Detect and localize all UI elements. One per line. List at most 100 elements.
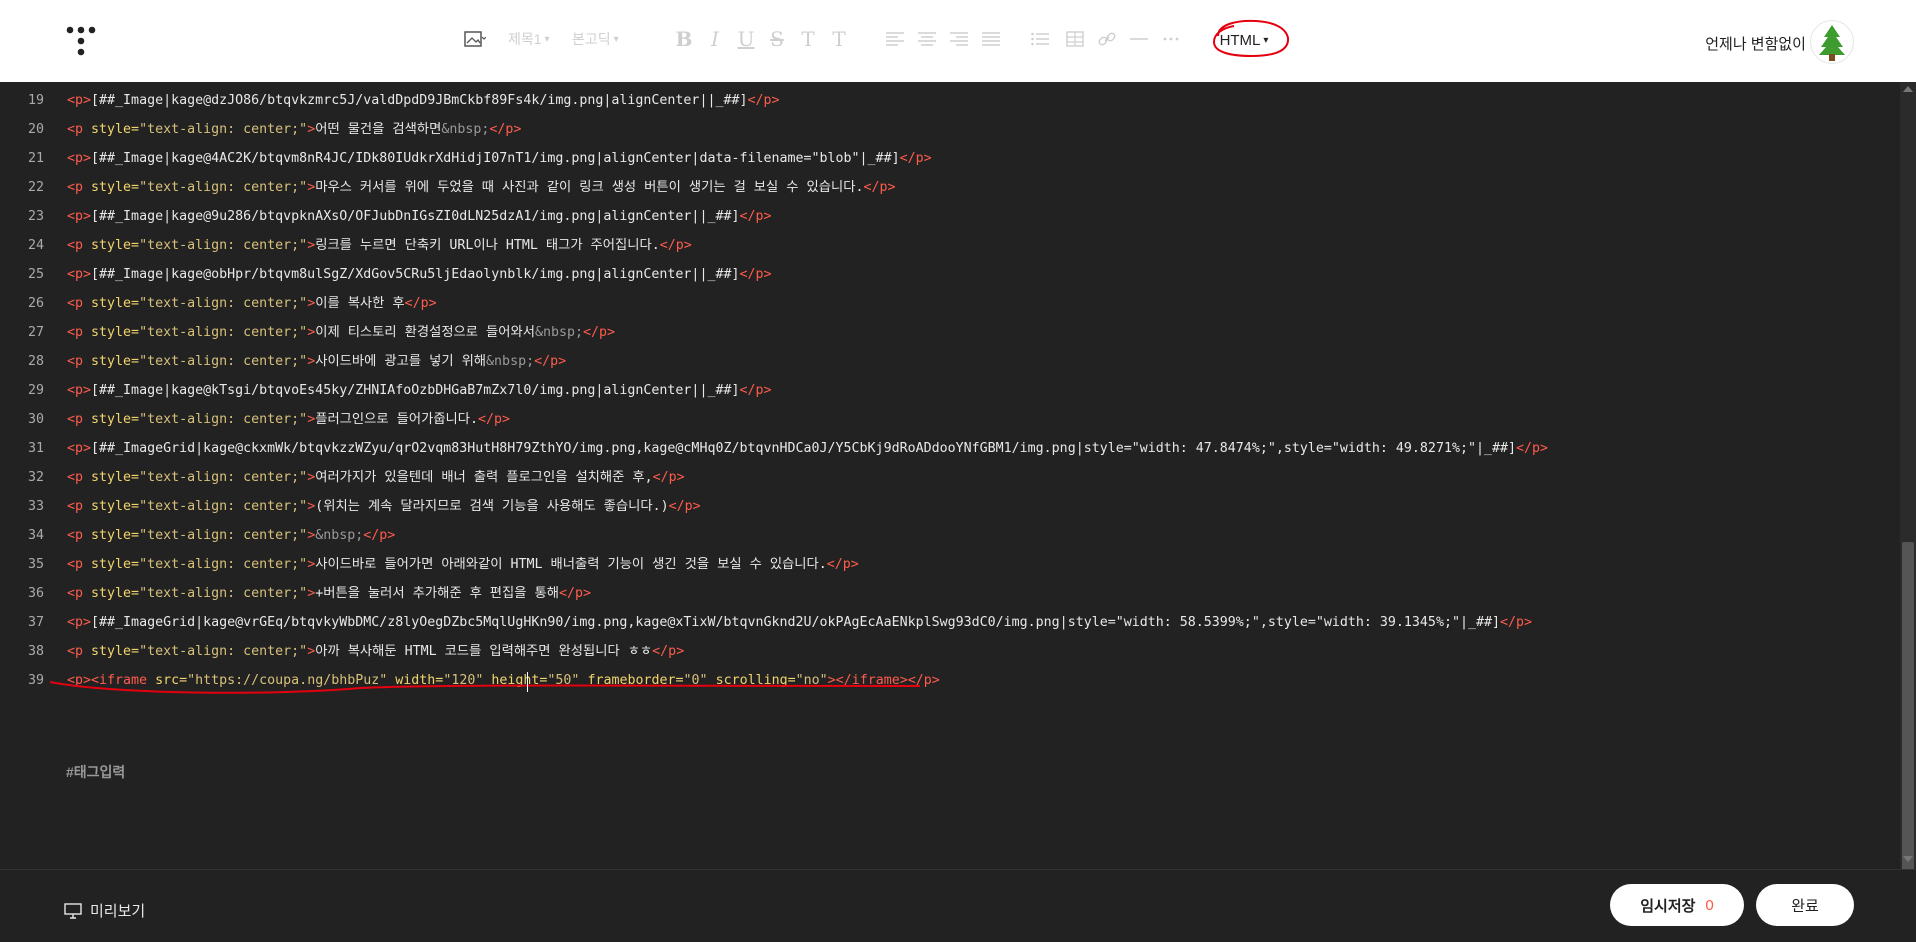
code-line[interactable]: 20 <p style="text-align: center;">어떤 물건을 …	[0, 115, 1880, 144]
line-number: 34	[27, 528, 44, 543]
red-circle-annotation	[1212, 19, 1290, 58]
code-line[interactable]: 35 <p style="text-align: center;">사이드바로 들…	[0, 550, 1880, 579]
scroll-up-icon[interactable]	[1903, 86, 1913, 92]
italic-button[interactable]: I	[702, 24, 728, 54]
list-icon[interactable]	[1027, 24, 1053, 54]
image-insert-icon[interactable]	[464, 24, 486, 54]
bold-button[interactable]: B	[671, 24, 697, 54]
code-text[interactable]: <p style="text-align: center;">이를 복사한 후<…	[67, 289, 437, 318]
code-line[interactable]: 37 <p>[##_ImageGrid|kage@vrGEq/btqvkyWbDM…	[0, 608, 1880, 637]
heading-select[interactable]: 제목1 ▾	[508, 24, 550, 54]
heading-select-label: 제목1	[508, 31, 542, 47]
underline-button[interactable]: U	[733, 24, 759, 54]
code-text[interactable]: <p>[##_Image|kage@9u286/btqvpknAXsO/OFJu…	[67, 202, 772, 231]
line-number: 38	[27, 644, 44, 659]
line-number: 29	[27, 383, 44, 398]
code-line[interactable]: 23 <p>[##_Image|kage@9u286/btqvpknAXsO/OF…	[0, 202, 1880, 231]
code-text[interactable]: <p style="text-align: center;">아까 복사해둔 H…	[67, 637, 684, 666]
line-number: 32	[27, 470, 44, 485]
line-number: 39	[27, 673, 44, 688]
font-select-label: 본고딕	[572, 31, 611, 47]
code-line[interactable]: 21 <p>[##_Image|kage@4AC2K/btqvm8nR4JC/ID…	[0, 144, 1880, 173]
font-select[interactable]: 본고딕 ▾	[572, 24, 619, 54]
code-text[interactable]: <p style="text-align: center;">+버튼을 눌러서 …	[67, 579, 591, 608]
chevron-down-icon: ▾	[544, 33, 550, 45]
blog-name[interactable]: 언제나 변함없이	[1705, 33, 1806, 54]
align-left-icon[interactable]	[882, 24, 908, 54]
editor-scrollbar[interactable]	[1900, 82, 1916, 942]
code-line[interactable]: 28 <p style="text-align: center;">사이드바에 광…	[0, 347, 1880, 376]
code-text[interactable]: <p>[##_Image|kage@dzJO86/btqvkzmrc5J/val…	[67, 86, 780, 115]
code-text[interactable]: <p>[##_Image|kage@4AC2K/btqvm8nR4JC/IDk8…	[67, 144, 932, 173]
code-text[interactable]: <p style="text-align: center;">마우스 커서를 위…	[67, 173, 896, 202]
code-text[interactable]: <p style="text-align: center;">&nbsp;</p…	[67, 521, 395, 550]
line-number: 21	[27, 151, 44, 166]
tistory-logo[interactable]	[66, 26, 96, 56]
footer-bar: 미리보기 임시저장 0 완료	[0, 869, 1916, 942]
more-icon[interactable]	[1158, 24, 1184, 54]
code-line[interactable]: 27 <p style="text-align: center;">이제 티스토리…	[0, 318, 1880, 347]
code-line[interactable]: 22 <p style="text-align: center;">마우스 커서를…	[0, 173, 1880, 202]
temp-save-button[interactable]: 임시저장 0	[1610, 884, 1744, 926]
code-text[interactable]: <p style="text-align: center;">어떤 물건을 검색…	[67, 115, 521, 144]
line-number: 25	[27, 267, 44, 282]
code-text[interactable]: <p style="text-align: center;">사이드바로 들어가…	[67, 550, 859, 579]
code-line[interactable]: 31 <p>[##_ImageGrid|kage@ckxmWk/btqvkzzWZ…	[0, 434, 1880, 463]
avatar[interactable]	[1810, 20, 1854, 64]
code-line[interactable]: 32 <p style="text-align: center;">여러가지가 있…	[0, 463, 1880, 492]
done-button[interactable]: 완료	[1756, 884, 1854, 926]
tag-input[interactable]: #태그입력	[66, 762, 125, 782]
line-number: 26	[27, 296, 44, 311]
code-text[interactable]: <p style="text-align: center;">이제 티스토리 환…	[67, 318, 615, 347]
chevron-down-icon: ▾	[613, 33, 619, 45]
preview-button[interactable]: 미리보기	[64, 900, 145, 921]
code-text[interactable]: <p style="text-align: center;">사이드바에 광고를…	[67, 347, 566, 376]
red-underline-annotation	[50, 681, 920, 694]
line-number: 22	[27, 180, 44, 195]
text-color-button[interactable]: T	[795, 24, 821, 54]
code-text[interactable]: <p>[##_Image|kage@kTsgi/btqvoEs45ky/ZHNI…	[67, 376, 772, 405]
code-text[interactable]: <p style="text-align: center;">플러그인으로 들어…	[67, 405, 510, 434]
top-toolbar: 제목1 ▾ 본고딕 ▾ B I U S T T HTML ▾ 언제나 변함없이	[0, 0, 1916, 82]
code-text[interactable]: <p>[##_ImageGrid|kage@ckxmWk/btqvkzzWZyu…	[67, 434, 1548, 463]
line-number: 35	[27, 557, 44, 572]
code-line[interactable]: 33 <p style="text-align: center;">(위치는 계속…	[0, 492, 1880, 521]
line-number: 23	[27, 209, 44, 224]
code-line[interactable]: 24 <p style="text-align: center;">링크를 누르면…	[0, 231, 1880, 260]
code-line[interactable]: 34 <p style="text-align: center;">&nbsp;<…	[0, 521, 1880, 550]
code-line[interactable]: 38 <p style="text-align: center;">아까 복사해둔…	[0, 637, 1880, 666]
scroll-down-icon[interactable]	[1903, 856, 1913, 862]
code-line[interactable]: 36 <p style="text-align: center;">+버튼을 눌러…	[0, 579, 1880, 608]
code-line[interactable]: 26 <p style="text-align: center;">이를 복사한 …	[0, 289, 1880, 318]
line-number: 30	[27, 412, 44, 427]
temp-save-count: 0	[1705, 896, 1714, 914]
monitor-icon	[64, 902, 82, 919]
temp-save-label: 임시저장	[1640, 897, 1696, 915]
align-justify-icon[interactable]	[978, 24, 1004, 54]
text-cursor	[527, 672, 528, 692]
code-text[interactable]: <p style="text-align: center;">링크를 누르면 단…	[67, 231, 692, 260]
code-text[interactable]: <p>[##_ImageGrid|kage@vrGEq/btqvkyWbDMC/…	[67, 608, 1532, 637]
html-code-editor[interactable]: 19 <p>[##_Image|kage@dzJO86/btqvkzmrc5J/v…	[0, 82, 1900, 869]
line-number: 37	[27, 615, 44, 630]
strikethrough-button[interactable]: S	[764, 24, 790, 54]
line-number: 36	[27, 586, 44, 601]
align-center-icon[interactable]	[914, 24, 940, 54]
preview-label: 미리보기	[90, 903, 146, 920]
table-icon[interactable]	[1062, 24, 1088, 54]
align-right-icon[interactable]	[946, 24, 972, 54]
code-line[interactable]: 29 <p>[##_Image|kage@kTsgi/btqvoEs45ky/ZH…	[0, 376, 1880, 405]
line-number: 24	[27, 238, 44, 253]
code-line[interactable]: 25 <p>[##_Image|kage@obHpr/btqvm8ulSgZ/Xd…	[0, 260, 1880, 289]
line-number: 28	[27, 354, 44, 369]
link-icon[interactable]	[1094, 24, 1120, 54]
horizontal-line-icon[interactable]	[1126, 24, 1152, 54]
background-color-button[interactable]: T	[826, 24, 852, 54]
line-number: 19	[27, 93, 44, 108]
line-number: 33	[27, 499, 44, 514]
code-line[interactable]: 30 <p style="text-align: center;">플러그인으로 …	[0, 405, 1880, 434]
code-text[interactable]: <p style="text-align: center;">(위치는 계속 달…	[67, 492, 701, 521]
code-text[interactable]: <p>[##_Image|kage@obHpr/btqvm8ulSgZ/XdGo…	[67, 260, 772, 289]
code-line[interactable]: 19 <p>[##_Image|kage@dzJO86/btqvkzmrc5J/v…	[0, 86, 1880, 115]
code-text[interactable]: <p style="text-align: center;">여러가지가 있을텐…	[67, 463, 685, 492]
